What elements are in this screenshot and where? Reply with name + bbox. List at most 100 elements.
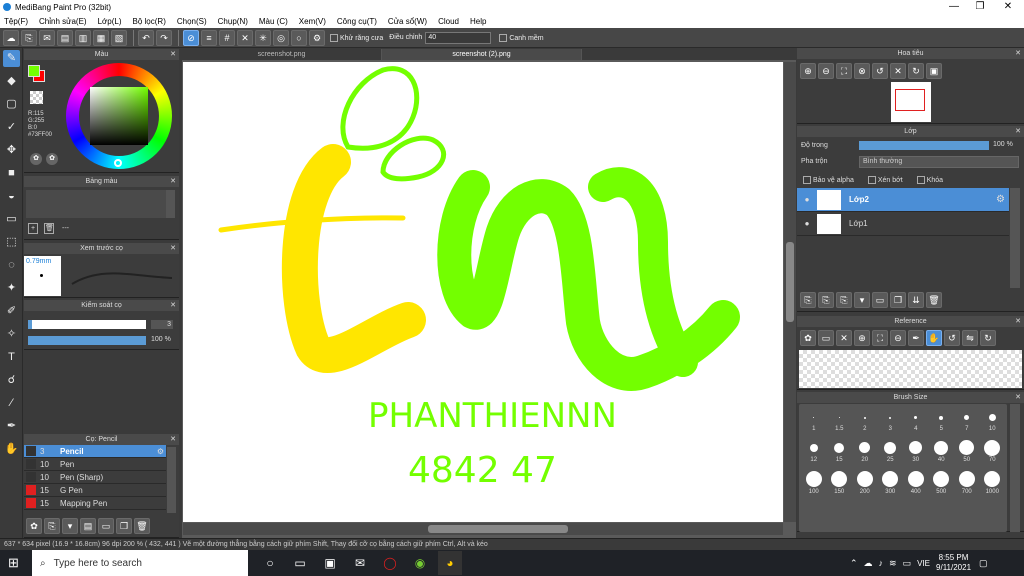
adjust-select[interactable]: 40 [425, 31, 492, 44]
fit-icon[interactable]: ⛶ [836, 63, 852, 79]
panel-close-icon[interactable]: ✕ [1015, 48, 1021, 59]
reference-zoom-in-icon[interactable]: ⊕ [854, 330, 870, 346]
reference-rotate-right-icon[interactable]: ↻ [980, 330, 996, 346]
brush-size-70[interactable]: 70 [980, 439, 1004, 467]
merge-layer-icon[interactable]: ⇊ [908, 292, 924, 308]
brush-opacity-slider[interactable] [28, 336, 146, 345]
taskbar-search[interactable]: ⌕ Type here to search [32, 550, 248, 576]
zoom-out-icon[interactable]: ⊖ [818, 63, 834, 79]
network-icon[interactable]: ☁ [864, 558, 873, 569]
redo-icon[interactable]: ↷ [156, 29, 172, 46]
brush-size-1-5[interactable]: 1.5 [827, 407, 851, 435]
brush-size-2[interactable]: 2 [853, 407, 877, 435]
color-picker-icon[interactable]: ✿ [46, 153, 58, 165]
rotate-left-icon[interactable]: ↺ [872, 63, 888, 79]
snap-checkbox[interactable] [499, 33, 508, 42]
reference-rotate-icon[interactable]: ↺ [944, 330, 960, 346]
navigator-settings-icon[interactable]: ▣ [926, 63, 942, 79]
chat-icon[interactable]: ✉ [39, 29, 55, 46]
brush-size-700[interactable]: 700 [955, 471, 979, 499]
eyedropper-tool-icon[interactable]: ✒ [3, 418, 20, 435]
menu-window[interactable]: Cửa sổ(W) [388, 17, 427, 26]
gear-icon[interactable]: ⚙ [157, 447, 164, 456]
brush-list-scrollbar[interactable] [167, 447, 176, 513]
hue-cursor[interactable] [114, 159, 122, 167]
navigator-thumbnail[interactable] [891, 82, 931, 122]
windows-start-icon[interactable]: ⊞ [8, 556, 22, 570]
menu-color[interactable]: Màu (C) [259, 17, 288, 26]
brush-item-pen-sharp[interactable]: 10 Pen (Sharp) [24, 471, 166, 484]
lasso-tool-icon[interactable]: ◌ [3, 257, 20, 274]
flip-icon[interactable]: ✕ [890, 63, 906, 79]
move-tool-icon[interactable]: ✥ [3, 142, 20, 159]
chevron-up-icon[interactable]: ⌃ [850, 558, 858, 569]
add-brush-icon[interactable]: ✿ [26, 518, 42, 534]
palette-area[interactable] [26, 190, 166, 218]
brush-menu-icon[interactable]: ▾ [62, 518, 78, 534]
saturation-square[interactable] [90, 87, 148, 145]
gradient-tool-icon[interactable]: ▭ [3, 211, 20, 228]
zoom-in-icon[interactable]: ⊕ [800, 63, 816, 79]
menu-select[interactable]: Chọn(S) [177, 17, 207, 26]
maximize-button[interactable]: ❐ [966, 0, 994, 14]
snap-cross-icon[interactable]: ✕ [237, 29, 253, 46]
snap-off-icon[interactable]: ⊘ [183, 29, 199, 46]
reference-close-icon[interactable]: ✕ [836, 330, 852, 346]
antialias-checkbox[interactable] [330, 33, 338, 42]
close-button[interactable]: ✕ [994, 0, 1022, 14]
brush-size-15[interactable]: 15 [827, 439, 851, 467]
document-icon[interactable]: ▥ [75, 29, 91, 46]
clipping-checkbox[interactable] [867, 176, 876, 184]
panel-close-icon[interactable]: ✕ [170, 434, 176, 445]
dot-tool-icon[interactable]: ▢ [3, 96, 20, 113]
new-palette-icon[interactable]: + [28, 223, 38, 234]
notification-icon[interactable]: ▢ [979, 558, 988, 569]
eye-icon[interactable]: ● [797, 219, 817, 228]
select-eraser-tool-icon[interactable]: ✧ [3, 326, 20, 343]
snap-parallel-icon[interactable]: ≡ [201, 29, 217, 46]
bucket-tool-icon[interactable]: ◒ [3, 188, 20, 205]
brush-size-1[interactable]: 1 [802, 407, 826, 435]
select-pen-tool-icon[interactable]: ✐ [3, 303, 20, 320]
menu-snap[interactable]: Chụp(N) [218, 17, 248, 26]
snap-ellipse-icon[interactable]: ○ [291, 29, 307, 46]
menu-layer[interactable]: Lớp(L) [98, 17, 122, 26]
snap-grid-icon[interactable]: # [219, 29, 235, 46]
brush-size-value[interactable]: 3 [151, 320, 173, 329]
layer-gear-icon[interactable]: ⚙ [996, 194, 1005, 205]
brush-size-slider[interactable] [28, 320, 146, 329]
snap-radial-icon[interactable]: ✳ [255, 29, 271, 46]
layer-opacity-slider[interactable] [859, 141, 989, 150]
store-icon[interactable]: ▣ [318, 551, 342, 575]
brush-folder-icon[interactable]: ▭ [98, 518, 114, 534]
reference-gear-icon[interactable]: ✿ [800, 330, 816, 346]
battery-icon[interactable]: ▭ [903, 558, 912, 569]
brush-duplicate-icon[interactable]: ❐ [116, 518, 132, 534]
brush-size-100[interactable]: 100 [802, 471, 826, 499]
brush-size-400[interactable]: 400 [904, 471, 928, 499]
language-indicator[interactable]: VIE [917, 559, 930, 568]
magic-wand-tool-icon[interactable]: ✦ [3, 280, 20, 297]
drawing-canvas[interactable]: PHANTHIENNN 4842 47 [183, 62, 783, 522]
brush-size-10[interactable]: 10 [980, 407, 1004, 435]
brush-item-pencil[interactable]: 3 Pencil ⚙ [24, 445, 166, 458]
menu-cloud[interactable]: Cloud [438, 17, 459, 26]
reference-eyedropper-icon[interactable]: ✒ [908, 330, 924, 346]
comment-icon[interactable]: ▤ [57, 29, 73, 46]
layer-menu-icon[interactable]: ▾ [854, 292, 870, 308]
brush-size-7[interactable]: 7 [955, 407, 979, 435]
taskbar-clock[interactable]: 8:55 PM 9/11/2021 [936, 553, 971, 573]
menu-file[interactable]: Tệp(F) [4, 17, 28, 26]
panel-close-icon[interactable]: ✕ [1015, 126, 1021, 137]
brush-size-scrollbar[interactable] [1010, 404, 1020, 532]
eye-icon[interactable]: ● [797, 195, 817, 204]
reference-zoom-out-icon[interactable]: ⊖ [890, 330, 906, 346]
brush-size-200[interactable]: 200 [853, 471, 877, 499]
brush-size-40[interactable]: 40 [929, 439, 953, 467]
panel-close-icon[interactable]: ✕ [170, 300, 176, 311]
lock-checkbox[interactable] [916, 176, 925, 184]
delete-brush-icon[interactable]: 🗑 [134, 518, 150, 534]
export-icon[interactable]: ▧ [111, 29, 127, 46]
layer-scrollbar[interactable] [1010, 188, 1020, 288]
new-8bit-layer-icon[interactable]: ⎘ [836, 292, 852, 308]
